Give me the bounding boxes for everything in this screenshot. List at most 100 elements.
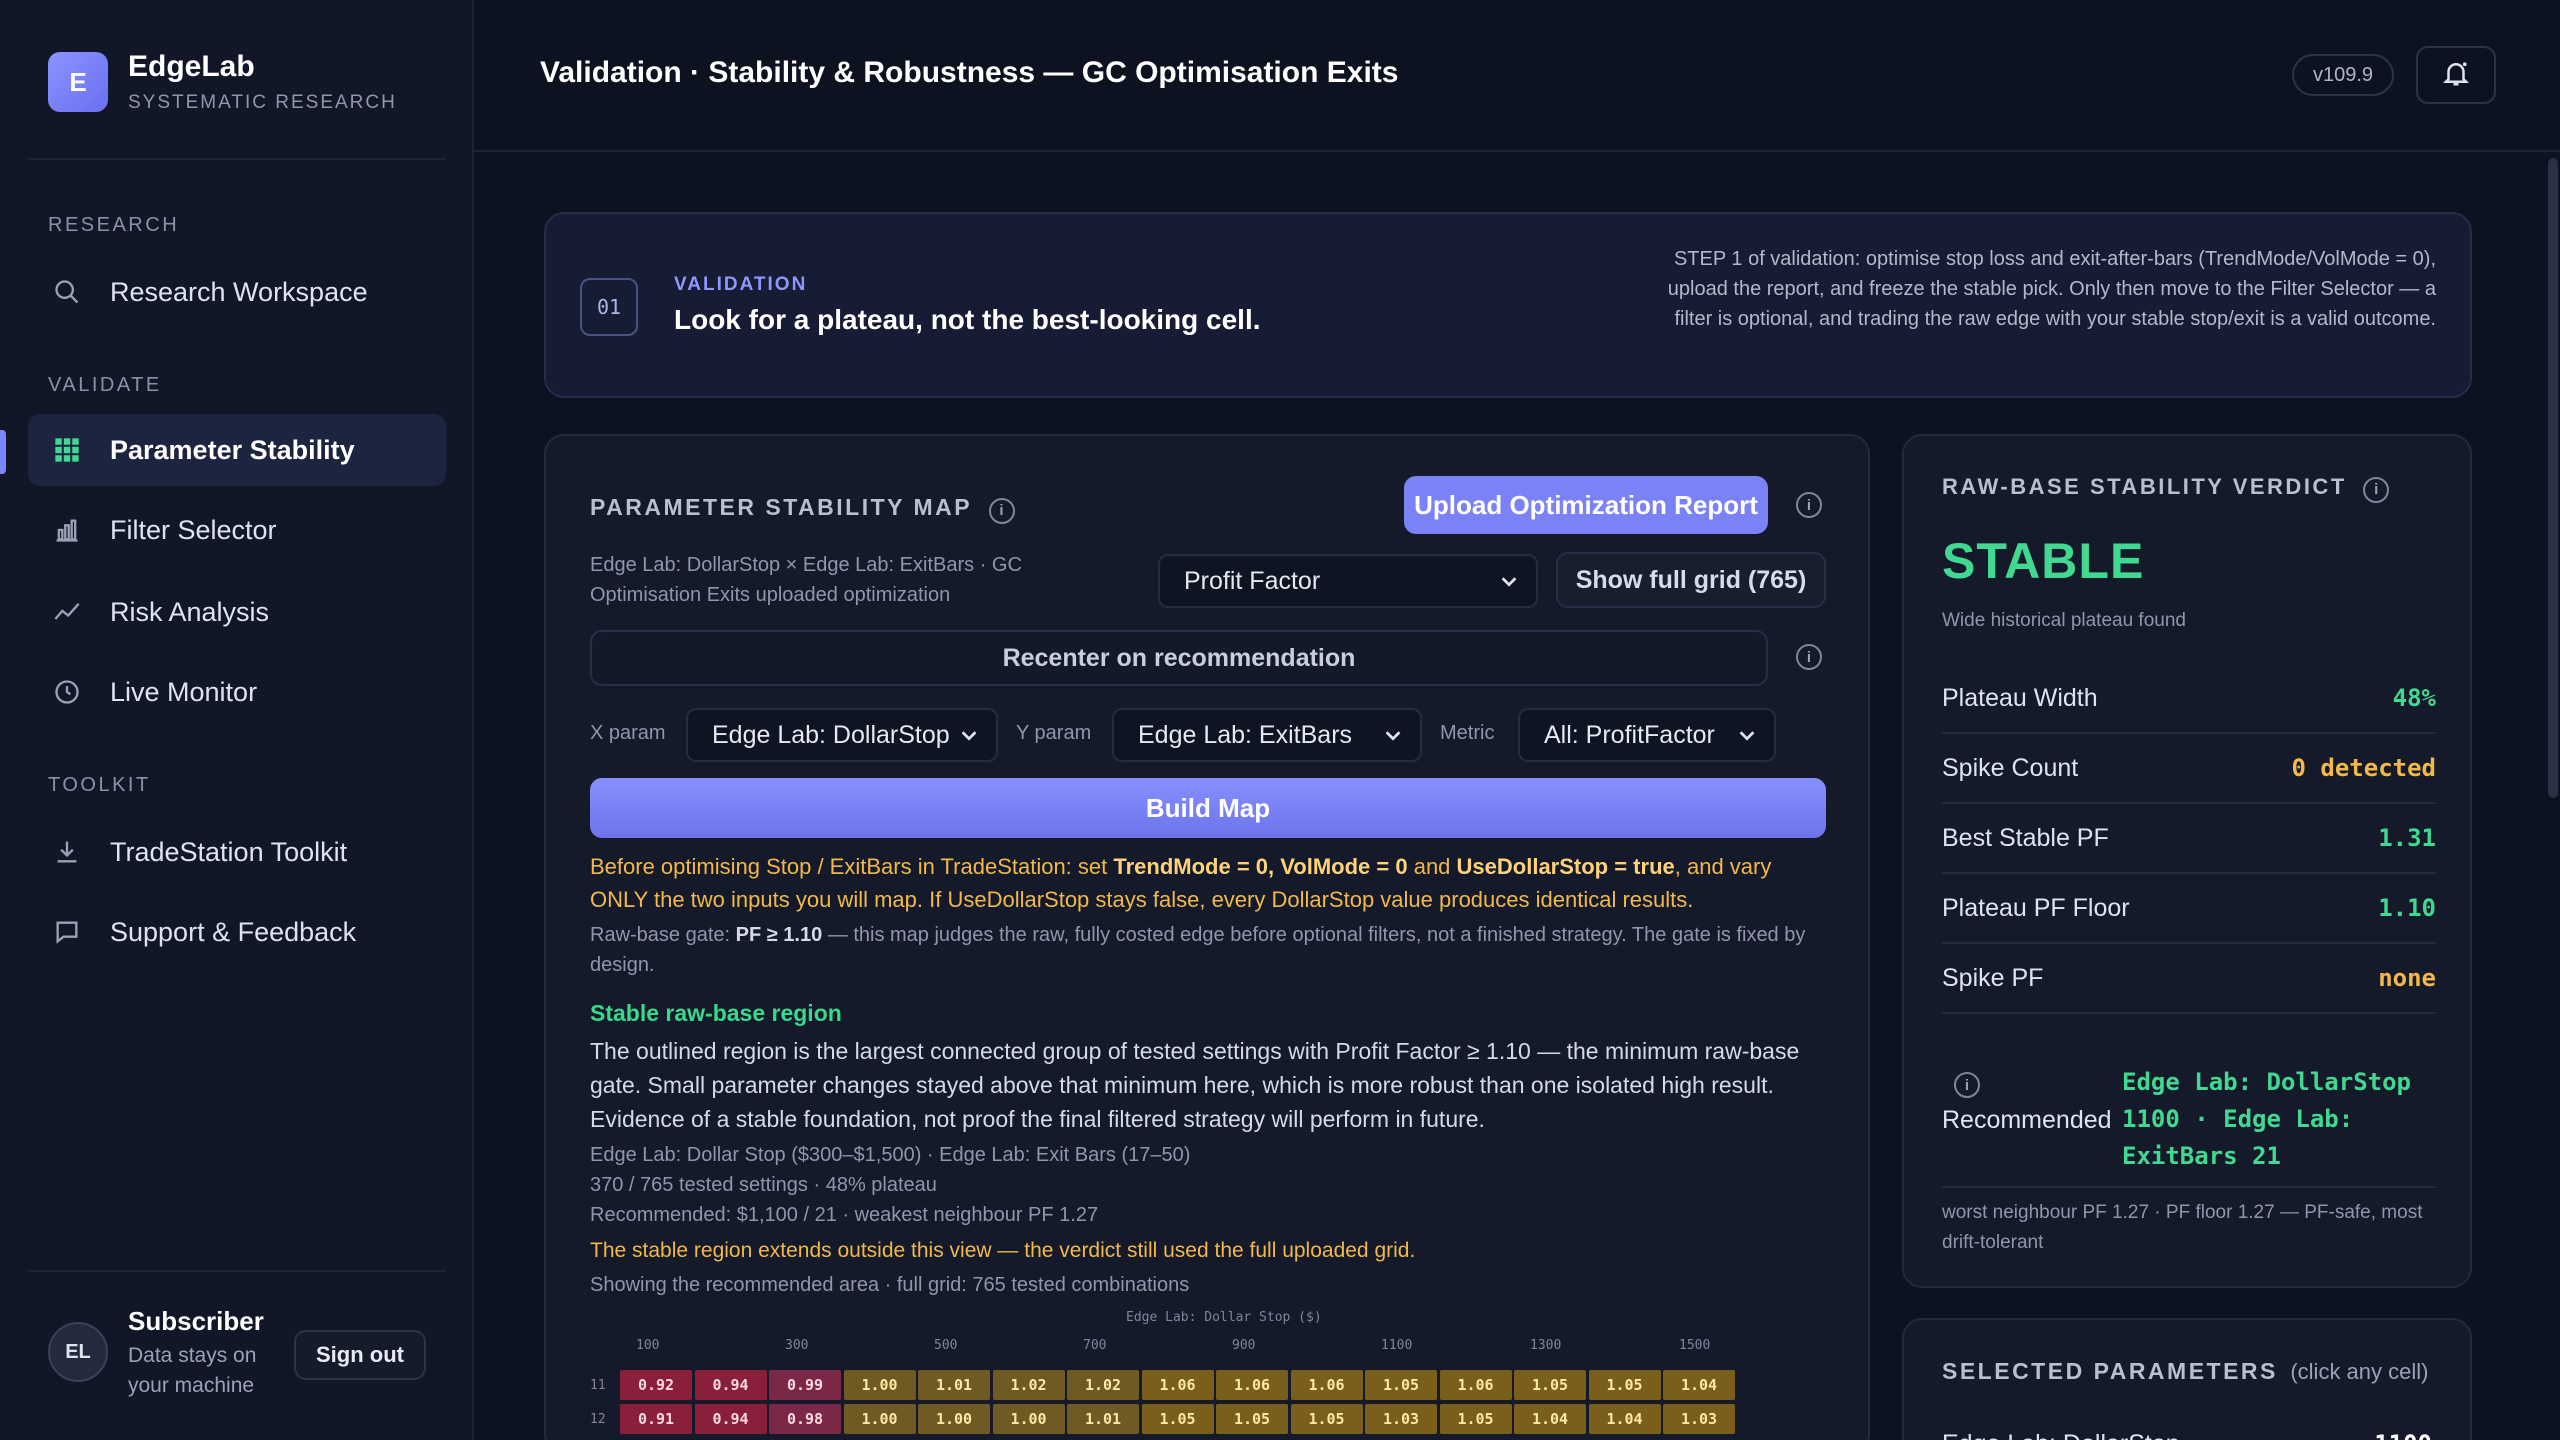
step-banner: 01 VALIDATION Look for a plateau, not th… bbox=[544, 212, 2472, 398]
grid-cell[interactable]: 1.01 bbox=[918, 1370, 990, 1400]
nav-section-research: RESEARCH bbox=[48, 214, 180, 236]
recommended-line: Recommended: $1,100 / 21 · weakest neigh… bbox=[590, 1204, 1099, 1226]
grid-cell[interactable]: 1.05 bbox=[1141, 1404, 1214, 1434]
sidebar-item-risk-analysis[interactable]: Risk Analysis bbox=[28, 576, 446, 648]
chevron-down-icon bbox=[1739, 731, 1755, 741]
sidebar-item-label: Filter Selector bbox=[110, 514, 277, 545]
grid-cell[interactable]: 1.06 bbox=[1216, 1370, 1288, 1400]
sidebar-item-label: Live Monitor bbox=[110, 676, 258, 707]
grid-cell[interactable]: 0.94 bbox=[694, 1404, 767, 1434]
metric-value: 48% bbox=[2392, 684, 2436, 712]
sign-out-button[interactable]: Sign out bbox=[294, 1330, 426, 1380]
user-card: EL Subscriber Data stays on your machine bbox=[48, 1306, 278, 1401]
grid-x-tick: 300 bbox=[785, 1338, 809, 1353]
grid-cell[interactable]: 1.01 bbox=[1067, 1404, 1139, 1434]
grid-cell[interactable]: 1.04 bbox=[1514, 1404, 1586, 1434]
info-icon[interactable]: i bbox=[2363, 476, 2390, 503]
info-icon[interactable]: i bbox=[1954, 1072, 1980, 1098]
chevron-down-icon bbox=[961, 731, 977, 741]
grid-cell[interactable]: 1.00 bbox=[918, 1404, 990, 1434]
metric-label: Spike Count bbox=[1942, 753, 2079, 782]
grid-cell[interactable]: 1.02 bbox=[1067, 1370, 1139, 1400]
info-icon[interactable]: i bbox=[1796, 644, 1822, 670]
grid-x-tick: 500 bbox=[934, 1338, 958, 1353]
clock-icon bbox=[50, 675, 84, 709]
grid-cell[interactable]: 1.03 bbox=[1365, 1404, 1437, 1434]
sidebar-item-support-feedback[interactable]: Support & Feedback bbox=[28, 896, 446, 968]
divider bbox=[1942, 1186, 2436, 1188]
grid-x-tick: 100 bbox=[636, 1338, 660, 1353]
setup-warning: Before optimising Stop / ExitBars in Tra… bbox=[590, 850, 1830, 916]
grid-cell[interactable]: 1.06 bbox=[1141, 1370, 1214, 1400]
grid-cell[interactable]: 1.00 bbox=[843, 1370, 916, 1400]
grid-y-tick: 11 bbox=[590, 1378, 606, 1393]
sidebar-divider bbox=[28, 158, 446, 160]
brand[interactable]: E EdgeLab SYSTEMATIC RESEARCH bbox=[48, 50, 397, 114]
info-icon[interactable]: i bbox=[988, 497, 1015, 524]
info-icon[interactable]: i bbox=[1796, 492, 1822, 518]
scrollbar-thumb[interactable] bbox=[2548, 158, 2558, 798]
grid-cell[interactable]: 0.92 bbox=[620, 1370, 692, 1400]
grid-cell[interactable]: 1.05 bbox=[1365, 1370, 1437, 1400]
grid-cell[interactable]: 0.99 bbox=[769, 1370, 841, 1400]
metric-select[interactable]: Profit Factor bbox=[1158, 554, 1538, 608]
user-name: Subscriber bbox=[128, 1306, 264, 1336]
grid-cell[interactable]: 0.98 bbox=[769, 1404, 841, 1434]
show-full-grid-button[interactable]: Show full grid (765) bbox=[1556, 552, 1826, 608]
upload-report-button[interactable]: Upload Optimization Report bbox=[1404, 476, 1768, 534]
grid-cell[interactable]: 1.05 bbox=[1216, 1404, 1288, 1434]
sidebar-item-label: TradeStation Toolkit bbox=[110, 836, 348, 867]
grid-cell[interactable]: 1.06 bbox=[1439, 1370, 1512, 1400]
selected-hint: (click any cell) bbox=[2290, 1359, 2429, 1384]
grid-cell[interactable]: 1.05 bbox=[1588, 1370, 1661, 1400]
grid-x-tick: 1300 bbox=[1530, 1338, 1562, 1353]
grid-cell[interactable]: 0.91 bbox=[620, 1404, 692, 1434]
grid-x-tick: 900 bbox=[1232, 1338, 1256, 1353]
grid-x-tick: 1100 bbox=[1381, 1338, 1413, 1353]
selected-param-label: Edge Lab: DollarStop bbox=[1942, 1430, 2180, 1440]
grid-cell[interactable]: 1.00 bbox=[992, 1404, 1065, 1434]
grid-cell[interactable]: 0.94 bbox=[694, 1370, 767, 1400]
nav-section-validate: VALIDATE bbox=[48, 374, 162, 396]
notifications-button[interactable] bbox=[2416, 46, 2496, 104]
sidebar-item-parameter-stability[interactable]: Parameter Stability bbox=[28, 414, 446, 486]
metric-label: Metric bbox=[1440, 722, 1495, 744]
brand-subtitle: SYSTEMATIC RESEARCH bbox=[128, 92, 397, 113]
warning-highlight: UseDollarStop = true bbox=[1456, 854, 1675, 879]
page-title: Validation · Stability & Robustness — GC… bbox=[540, 56, 1399, 89]
metric-param-value: All: ProfitFactor bbox=[1544, 720, 1715, 749]
grid-cell[interactable]: 1.04 bbox=[1663, 1370, 1735, 1400]
sidebar-divider bbox=[28, 1270, 446, 1272]
grid-cell[interactable]: 1.02 bbox=[992, 1370, 1065, 1400]
grid-cell[interactable]: 1.05 bbox=[1290, 1404, 1363, 1434]
metric-plateau-pf-floor: Plateau PF Floor 1.10 bbox=[1942, 874, 2436, 944]
metric-value: 1.10 bbox=[2378, 894, 2436, 922]
grid-cell[interactable]: 1.05 bbox=[1514, 1370, 1586, 1400]
sidebar-item-research-workspace[interactable]: Research Workspace bbox=[28, 256, 446, 328]
y-param-select[interactable]: Edge Lab: ExitBars bbox=[1112, 708, 1422, 762]
x-param-select[interactable]: Edge Lab: DollarStop bbox=[686, 708, 998, 762]
grid-cell[interactable]: 1.00 bbox=[843, 1404, 916, 1434]
metric-plateau-width: Plateau Width 48% bbox=[1942, 664, 2436, 734]
sidebar-item-live-monitor[interactable]: Live Monitor bbox=[28, 656, 446, 728]
version-badge: v109.9 bbox=[2292, 54, 2394, 96]
sidebar-item-label: Risk Analysis bbox=[110, 596, 270, 627]
selected-param-value: 1100 bbox=[2374, 1430, 2432, 1440]
build-map-button[interactable]: Build Map bbox=[590, 778, 1826, 838]
metric-value: 1.31 bbox=[2378, 824, 2436, 852]
metric-param-select[interactable]: All: ProfitFactor bbox=[1518, 708, 1776, 762]
step-number: 01 bbox=[580, 278, 638, 336]
grid-cell[interactable]: 1.04 bbox=[1588, 1404, 1661, 1434]
grid-cell[interactable]: 1.06 bbox=[1290, 1370, 1363, 1400]
parameter-stability-panel: PARAMETER STABILITY MAP i Upload Optimiz… bbox=[544, 434, 1870, 1440]
grid-cell[interactable]: 1.03 bbox=[1663, 1404, 1735, 1434]
chat-icon bbox=[50, 915, 84, 949]
line-chart-icon bbox=[50, 595, 84, 629]
sidebar-item-filter-selector[interactable]: Filter Selector bbox=[28, 494, 446, 566]
grid-cell[interactable]: 1.05 bbox=[1439, 1404, 1512, 1434]
map-title: PARAMETER STABILITY MAP bbox=[590, 494, 973, 520]
recommended-label: Recommended bbox=[1942, 1106, 2112, 1134]
recenter-button[interactable]: Recenter on recommendation bbox=[590, 630, 1768, 686]
grid-axis-title: Edge Lab: Dollar Stop ($) bbox=[1126, 1310, 1322, 1325]
sidebar-item-tradestation-toolkit[interactable]: TradeStation Toolkit bbox=[28, 816, 446, 888]
